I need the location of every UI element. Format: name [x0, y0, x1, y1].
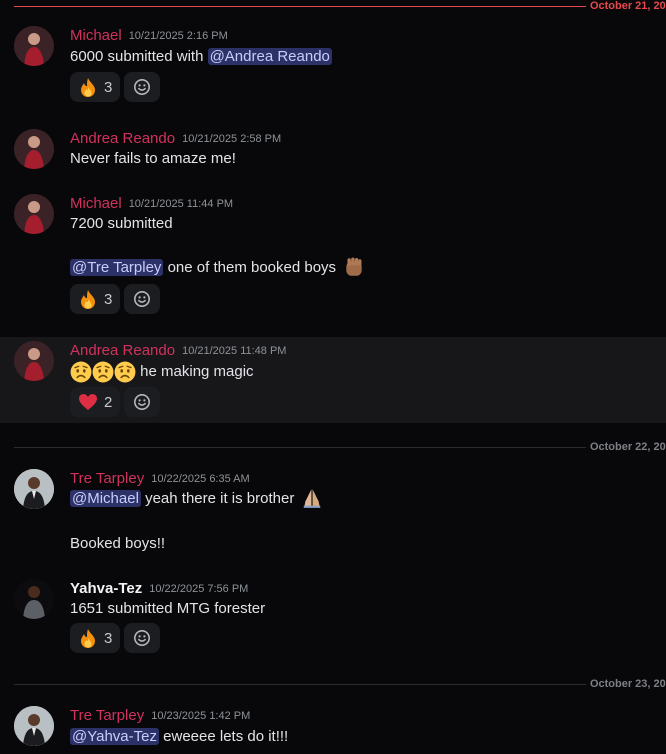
worried-face-icon [70, 361, 92, 383]
user-mention[interactable]: @Michael [70, 490, 141, 507]
message: Yahva-Tez 10/22/2025 7:56 PM 1651 submitt… [0, 575, 666, 660]
fire-icon [81, 629, 95, 648]
worried-face-icon [92, 361, 114, 383]
message-timestamp[interactable]: 10/22/2025 7:56 PM [149, 583, 248, 595]
author-name[interactable]: Michael [70, 195, 122, 212]
add-reaction-button[interactable] [124, 623, 160, 653]
message-timestamp[interactable]: 10/21/2025 2:16 PM [129, 30, 228, 42]
avatar[interactable] [14, 194, 54, 234]
message: Tre Tarpley 10/23/2025 1:42 PM @Yahva-Tez… [0, 702, 666, 754]
avatar[interactable] [14, 26, 54, 66]
message-timestamp[interactable]: 10/22/2025 6:35 AM [151, 473, 249, 485]
message-text: @Tre Tarpley one of them booked boys [70, 257, 365, 278]
reaction-count: 3 [104, 78, 113, 96]
message-timestamp[interactable]: 10/21/2025 11:48 PM [182, 345, 286, 357]
message-text: 1651 submitted MTG forester [70, 600, 266, 617]
add-reaction-button[interactable] [124, 284, 160, 314]
reaction-count: 3 [104, 629, 113, 647]
message-text: 6000 submitted with @Andrea Reando [70, 48, 332, 65]
add-reaction-icon [134, 629, 150, 647]
reaction-fire[interactable]: 3 [70, 284, 121, 314]
message-text: 7200 submitted [70, 215, 173, 232]
worried-face-icon [114, 361, 136, 383]
fire-icon [81, 78, 95, 97]
author-name[interactable]: Tre Tarpley [70, 470, 144, 487]
add-reaction-icon [134, 393, 150, 411]
message-timestamp[interactable]: 10/21/2025 11:44 PM [129, 198, 233, 210]
author-name[interactable]: Andrea Reando [70, 342, 175, 359]
message-text: Never fails to amaze me! [70, 150, 236, 167]
date-divider-oct21: October 21, 2025 [14, 0, 666, 13]
message: Tre Tarpley 10/22/2025 6:35 AM @Michael y… [0, 465, 666, 560]
heart-icon [79, 394, 97, 410]
message-text: @Michael yeah there it is brother [70, 488, 323, 509]
date-divider-label: October 21, 2025 [585, 0, 666, 13]
date-divider-oct22: October 22, 2025 [14, 440, 666, 454]
date-divider-label: October 23, 2025 [585, 677, 666, 691]
avatar[interactable] [14, 469, 54, 509]
date-divider-oct23: October 23, 2025 [14, 677, 666, 691]
message: Michael 10/21/2025 2:16 PM 6000 submitted… [0, 22, 666, 107]
reaction-count: 3 [104, 290, 113, 308]
add-reaction-button[interactable] [124, 387, 160, 417]
message: Andrea Reando 10/21/2025 11:48 PM he maki… [0, 337, 666, 423]
avatar[interactable] [14, 341, 54, 381]
chat-message-list: October 21, 2025 Michael 10/21/2025 2:16 … [0, 0, 666, 754]
praying-hands-icon [303, 488, 320, 508]
date-divider-label: October 22, 2025 [585, 440, 666, 454]
reaction-heart[interactable]: 2 [70, 387, 121, 417]
author-name[interactable]: Tre Tarpley [70, 707, 144, 724]
reaction-fire[interactable]: 3 [70, 623, 121, 653]
avatar[interactable] [14, 579, 54, 619]
fist-bump-icon [346, 257, 362, 276]
avatar[interactable] [14, 706, 54, 746]
message-text: Booked boys!! [70, 535, 166, 552]
author-name[interactable]: Yahva-Tez [70, 580, 142, 597]
add-reaction-icon [134, 79, 150, 95]
author-name[interactable]: Andrea Reando [70, 130, 175, 147]
user-mention[interactable]: @Yahva-Tez [70, 728, 159, 745]
message-text: @Yahva-Tez eweeee lets do it!!! [70, 728, 289, 745]
add-reaction-icon [134, 290, 150, 308]
message-timestamp[interactable]: 10/21/2025 2:58 PM [182, 133, 281, 145]
message: Michael 10/21/2025 11:44 PM 7200 submitte… [0, 190, 666, 320]
author-name[interactable]: Michael [70, 27, 122, 44]
reaction-fire[interactable]: 3 [70, 72, 121, 102]
fire-icon [81, 290, 95, 309]
message-timestamp[interactable]: 10/23/2025 1:42 PM [151, 710, 250, 722]
user-mention[interactable]: @Andrea Reando [207, 48, 332, 65]
user-mention[interactable]: @Tre Tarpley [70, 259, 164, 276]
message-text: he making magic [70, 361, 254, 383]
message: Andrea Reando 10/21/2025 2:58 PM Never fa… [0, 125, 666, 175]
add-reaction-button[interactable] [124, 72, 160, 102]
reaction-count: 2 [104, 393, 113, 411]
avatar[interactable] [14, 129, 54, 169]
